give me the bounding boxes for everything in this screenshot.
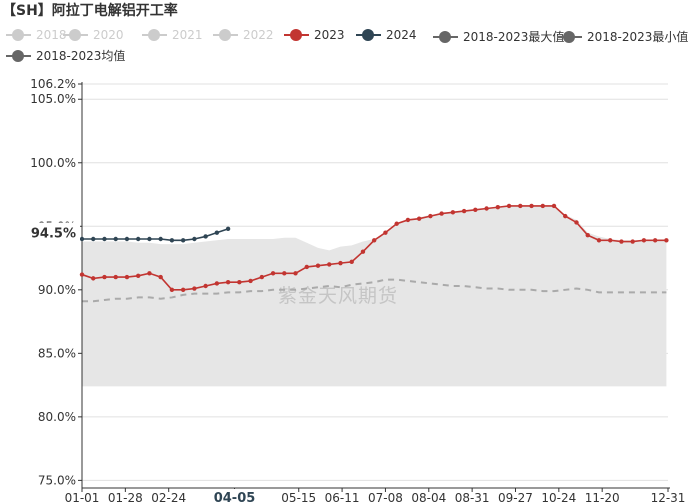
x-tick-label: 10-24 <box>541 491 576 502</box>
data-point-2024 <box>192 236 197 242</box>
y-tick-label: 100.0% <box>30 156 76 170</box>
data-point-2024 <box>203 234 208 239</box>
data-point-2024 <box>180 238 186 243</box>
data-point-2023 <box>439 211 444 216</box>
x-tick-label: 01-28 <box>108 491 143 502</box>
data-point-2023 <box>394 221 399 226</box>
data-point-2023 <box>428 213 433 219</box>
data-point-2023 <box>495 205 501 210</box>
data-point-2024 <box>91 236 96 242</box>
data-point-2023 <box>180 287 186 293</box>
x-tick-label: 07-08 <box>368 491 403 502</box>
y-pointer-label: 94.5% <box>31 227 76 242</box>
data-point-2023 <box>360 249 366 254</box>
data-point-2023 <box>135 273 141 279</box>
x-tick-label: 06-11 <box>325 491 360 502</box>
x-tick-label: 01-01 <box>65 491 100 502</box>
data-point-2023 <box>113 274 118 280</box>
data-point-2023 <box>540 203 545 209</box>
watermark: 紫金天风期货 <box>278 285 399 307</box>
y-tick-label: 90.0% <box>38 283 76 297</box>
data-point-2023 <box>282 271 287 276</box>
x-pointer-label: 04-05 <box>214 491 256 502</box>
data-point-2023 <box>484 206 489 211</box>
data-point-2024 <box>113 236 118 242</box>
data-point-2023 <box>192 286 197 291</box>
data-point-2023 <box>79 272 85 277</box>
data-point-2023 <box>416 216 422 221</box>
data-point-2023 <box>214 281 220 286</box>
data-point-2023 <box>461 208 467 214</box>
x-tick-label: 12-31 <box>651 491 686 502</box>
x-tick-label: 05-15 <box>281 491 316 502</box>
data-point-2023 <box>349 259 354 265</box>
x-tick-label: 11-20 <box>585 491 620 502</box>
data-point-2023 <box>203 283 208 289</box>
y-tick-label: 85.0% <box>38 346 76 360</box>
data-point-2024 <box>225 226 231 232</box>
data-point-2023 <box>641 238 647 243</box>
data-point-2023 <box>270 271 276 276</box>
data-point-2023 <box>327 262 332 267</box>
x-tick-label: 08-31 <box>455 491 490 502</box>
data-point-2024 <box>158 236 163 242</box>
y-tick-label: 80.0% <box>38 410 76 424</box>
data-point-2023 <box>383 230 388 235</box>
data-point-2024 <box>79 236 85 242</box>
data-point-2024 <box>124 236 130 242</box>
data-point-2023 <box>619 239 624 244</box>
data-point-2023 <box>315 263 321 268</box>
data-point-2023 <box>574 220 579 225</box>
data-point-2023 <box>225 279 231 285</box>
data-point-2023 <box>563 213 568 219</box>
data-point-2023 <box>248 278 253 284</box>
data-point-2023 <box>630 239 635 244</box>
chart-canvas: 75.0%80.0%85.0%90.0%95.0%100.0%105.0%106… <box>0 77 686 502</box>
data-point-2023 <box>102 274 107 280</box>
data-point-2023 <box>652 238 658 243</box>
data-point-2024 <box>169 238 175 243</box>
data-point-2023 <box>608 238 613 243</box>
data-point-2023 <box>450 210 456 215</box>
data-point-2023 <box>338 260 343 266</box>
x-tick-label: 09-27 <box>498 491 533 502</box>
data-point-2023 <box>293 271 298 276</box>
data-point-2023 <box>551 203 557 209</box>
data-point-2023 <box>664 238 669 243</box>
x-tick-label: 08-04 <box>411 491 446 502</box>
data-point-2023 <box>529 203 534 209</box>
data-point-2023 <box>585 232 590 238</box>
y-tick-label: 105.0% <box>30 92 76 106</box>
data-point-2023 <box>259 274 265 280</box>
x-tick-label: 02-24 <box>151 491 186 502</box>
data-point-2023 <box>124 274 130 280</box>
data-point-2024 <box>102 236 107 242</box>
data-point-2023 <box>169 287 175 293</box>
data-point-2024 <box>147 236 152 242</box>
data-point-2023 <box>473 207 478 212</box>
data-point-2024 <box>214 230 220 235</box>
data-point-2023 <box>371 238 377 243</box>
data-point-2023 <box>506 203 512 209</box>
data-point-2023 <box>304 264 309 270</box>
data-point-2023 <box>405 217 411 223</box>
data-point-2024 <box>135 236 141 242</box>
y-tick-label: 75.0% <box>38 473 76 487</box>
y-tick-label: 106.2% <box>30 77 76 91</box>
data-point-2023 <box>158 274 163 280</box>
data-point-2023 <box>147 271 152 276</box>
data-point-2023 <box>91 276 96 281</box>
data-point-2023 <box>237 279 242 285</box>
data-point-2023 <box>596 238 602 243</box>
data-point-2023 <box>518 203 523 209</box>
